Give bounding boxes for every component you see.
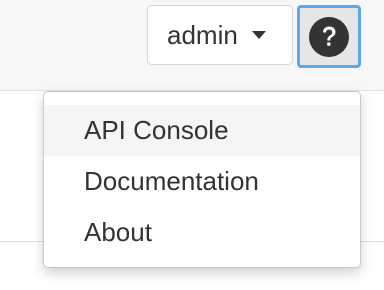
user-menu-label: admin — [167, 20, 238, 50]
caret-down-icon — [251, 31, 266, 39]
help-button[interactable] — [297, 5, 361, 68]
menu-item-documentation[interactable]: Documentation — [44, 156, 360, 207]
help-dropdown-menu: API Console Documentation About — [43, 91, 361, 268]
menu-item-about[interactable]: About — [44, 207, 360, 258]
question-circle-icon — [309, 16, 349, 57]
menu-item-api-console[interactable]: API Console — [44, 105, 360, 156]
menu-item-label: API Console — [84, 115, 229, 145]
user-menu-dropdown[interactable]: admin — [147, 5, 293, 65]
menu-item-label: Documentation — [84, 166, 259, 196]
menu-item-label: About — [84, 217, 152, 247]
